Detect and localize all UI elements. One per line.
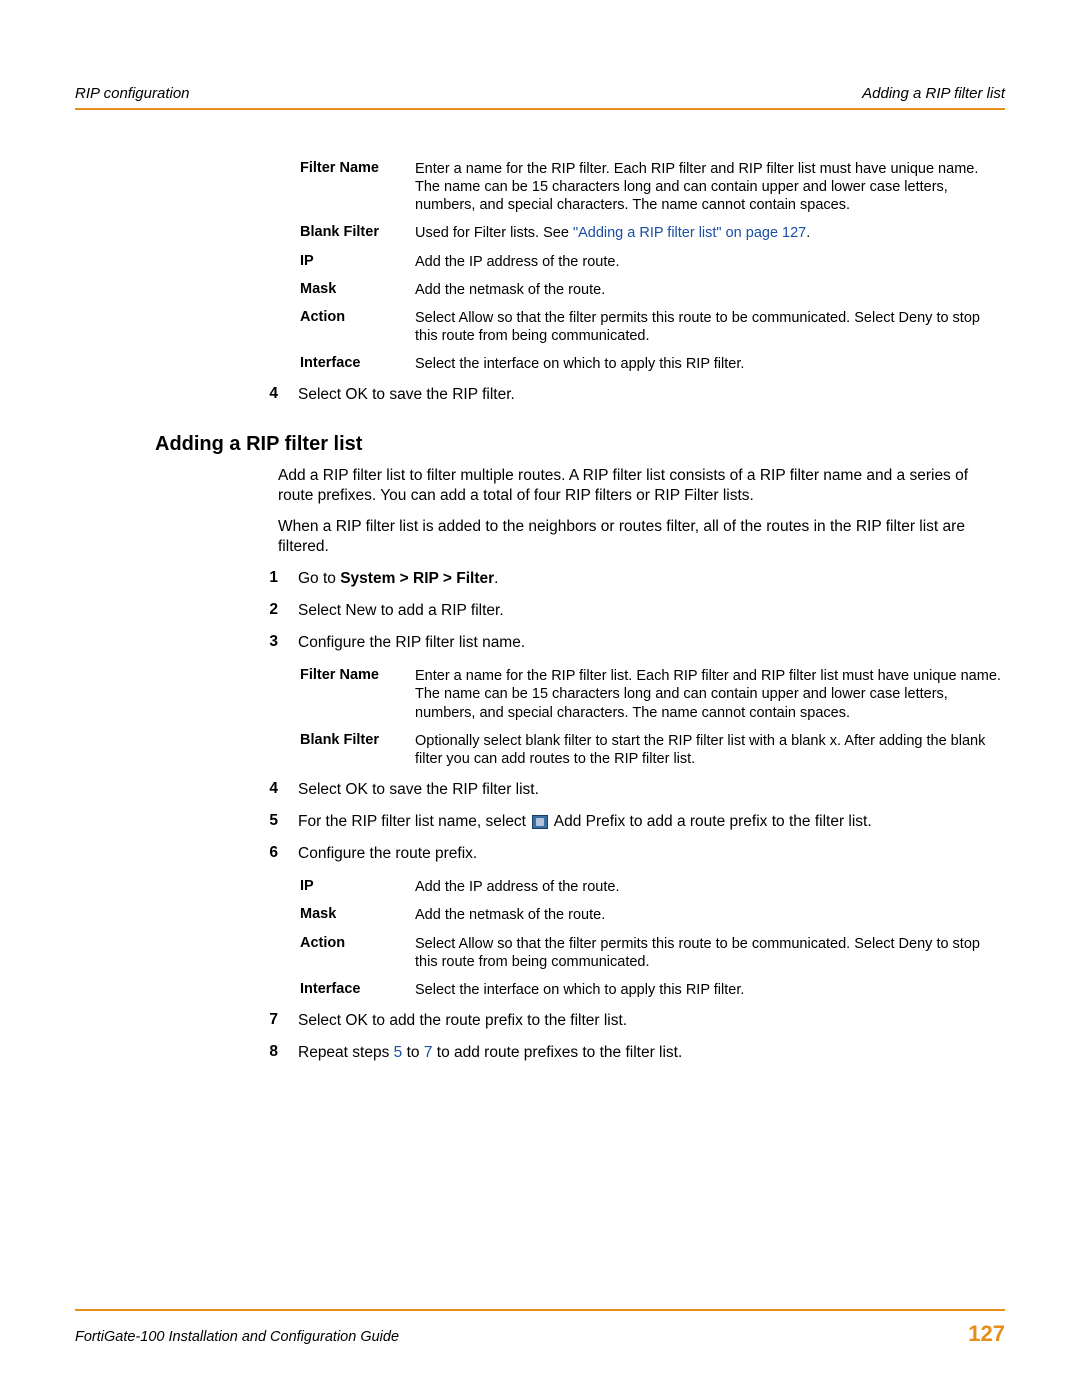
step-item: 2 Select New to add a RIP filter. xyxy=(243,601,1005,621)
def-desc: Select the interface on which to apply t… xyxy=(415,981,1005,999)
def-row: IP Add the IP address of the route. xyxy=(300,878,1005,896)
step-number: 4 xyxy=(243,385,298,405)
paragraph: When a RIP filter list is added to the n… xyxy=(278,517,1005,557)
def-desc: Add the netmask of the route. xyxy=(415,281,1005,299)
def-row: Interface Select the interface on which … xyxy=(300,355,1005,373)
def-desc: Optionally select blank filter to start … xyxy=(415,732,1005,768)
step-item: 1 Go to System > RIP > Filter. xyxy=(243,569,1005,589)
text: Add Prefix to add a route prefix to the … xyxy=(550,813,871,830)
def-desc: Add the IP address of the route. xyxy=(415,878,1005,896)
step-item: 3 Configure the RIP filter list name. xyxy=(243,633,1005,653)
step-number: 4 xyxy=(243,780,298,800)
step-reference-link[interactable]: 5 xyxy=(394,1044,403,1061)
page-header: RIP configuration Adding a RIP filter li… xyxy=(75,85,1005,110)
cross-reference-link[interactable]: "Adding a RIP filter list" on page 127 xyxy=(573,225,806,241)
step-text: Go to System > RIP > Filter. xyxy=(298,569,1005,589)
def-row: Action Select Allow so that the filter p… xyxy=(300,309,1005,345)
def-term: Interface xyxy=(300,981,415,999)
step-number: 7 xyxy=(243,1011,298,1031)
def-desc: Enter a name for the RIP filter. Each RI… xyxy=(415,160,1005,214)
def-row: Mask Add the netmask of the route. xyxy=(300,281,1005,299)
def-term: Blank Filter xyxy=(300,732,415,768)
def-term: IP xyxy=(300,878,415,896)
step-text: Select OK to add the route prefix to the… xyxy=(298,1011,1005,1031)
section-heading: Adding a RIP filter list xyxy=(155,433,1005,456)
text: Repeat steps xyxy=(298,1044,394,1061)
step-number: 6 xyxy=(243,844,298,864)
step-item: 8 Repeat steps 5 to 7 to add route prefi… xyxy=(243,1043,1005,1063)
text: . xyxy=(806,225,810,241)
text: to add route prefixes to the filter list… xyxy=(432,1044,682,1061)
def-term: Mask xyxy=(300,281,415,299)
nav-path: System > RIP > Filter xyxy=(340,570,494,587)
def-desc: Add the netmask of the route. xyxy=(415,906,1005,924)
step-item: 4 Select OK to save the RIP filter. xyxy=(243,385,1005,405)
step-item: 4 Select OK to save the RIP filter list. xyxy=(243,780,1005,800)
step-text: Select New to add a RIP filter. xyxy=(298,601,1005,621)
def-row: Action Select Allow so that the filter p… xyxy=(300,935,1005,971)
header-right: Adding a RIP filter list xyxy=(862,85,1005,102)
def-term: Interface xyxy=(300,355,415,373)
text: Go to xyxy=(298,570,340,587)
def-desc: Used for Filter lists. See "Adding a RIP… xyxy=(415,224,1005,242)
def-desc: Select Allow so that the filter permits … xyxy=(415,309,1005,345)
step-item: 7 Select OK to add the route prefix to t… xyxy=(243,1011,1005,1031)
def-term: Mask xyxy=(300,906,415,924)
definition-table-2: Filter Name Enter a name for the RIP fil… xyxy=(300,667,1005,768)
step-number: 8 xyxy=(243,1043,298,1063)
def-term: Filter Name xyxy=(300,667,415,721)
def-row: Interface Select the interface on which … xyxy=(300,981,1005,999)
def-term: Action xyxy=(300,935,415,971)
step-text: Configure the RIP filter list name. xyxy=(298,633,1005,653)
definition-table-3: IP Add the IP address of the route. Mask… xyxy=(300,878,1005,999)
footer-title: FortiGate-100 Installation and Configura… xyxy=(75,1329,399,1345)
text: to xyxy=(402,1044,424,1061)
step-number: 3 xyxy=(243,633,298,653)
step-number: 1 xyxy=(243,569,298,589)
document-page: RIP configuration Adding a RIP filter li… xyxy=(0,0,1080,1397)
paragraph: Add a RIP filter list to filter multiple… xyxy=(278,466,1005,506)
step-text: Configure the route prefix. xyxy=(298,844,1005,864)
step-text: Select OK to save the RIP filter list. xyxy=(298,780,1005,800)
def-row: Blank Filter Used for Filter lists. See … xyxy=(300,224,1005,242)
def-row: Filter Name Enter a name for the RIP fil… xyxy=(300,160,1005,214)
footer-page-number: 127 xyxy=(968,1321,1005,1347)
def-row: IP Add the IP address of the route. xyxy=(300,253,1005,271)
step-number: 5 xyxy=(243,812,298,832)
def-desc: Add the IP address of the route. xyxy=(415,253,1005,271)
text: Used for Filter lists. See xyxy=(415,225,573,241)
def-row: Mask Add the netmask of the route. xyxy=(300,906,1005,924)
def-desc: Enter a name for the RIP filter list. Ea… xyxy=(415,667,1005,721)
step-item: 6 Configure the route prefix. xyxy=(243,844,1005,864)
page-footer: FortiGate-100 Installation and Configura… xyxy=(75,1309,1005,1347)
page-content: Filter Name Enter a name for the RIP fil… xyxy=(75,110,1005,1063)
step-text: Select OK to save the RIP filter. xyxy=(298,385,1005,405)
def-row: Blank Filter Optionally select blank fil… xyxy=(300,732,1005,768)
def-term: IP xyxy=(300,253,415,271)
def-desc: Select the interface on which to apply t… xyxy=(415,355,1005,373)
def-term: Action xyxy=(300,309,415,345)
def-row: Filter Name Enter a name for the RIP fil… xyxy=(300,667,1005,721)
add-prefix-icon xyxy=(532,815,548,829)
definition-table-1: Filter Name Enter a name for the RIP fil… xyxy=(300,160,1005,373)
step-item: 5 For the RIP filter list name, select A… xyxy=(243,812,1005,832)
text: For the RIP filter list name, select xyxy=(298,813,530,830)
def-term: Filter Name xyxy=(300,160,415,214)
def-term: Blank Filter xyxy=(300,224,415,242)
step-text: For the RIP filter list name, select Add… xyxy=(298,812,1005,832)
text: . xyxy=(494,570,498,587)
def-desc: Select Allow so that the filter permits … xyxy=(415,935,1005,971)
step-text: Repeat steps 5 to 7 to add route prefixe… xyxy=(298,1043,1005,1063)
header-left: RIP configuration xyxy=(75,85,190,102)
step-number: 2 xyxy=(243,601,298,621)
